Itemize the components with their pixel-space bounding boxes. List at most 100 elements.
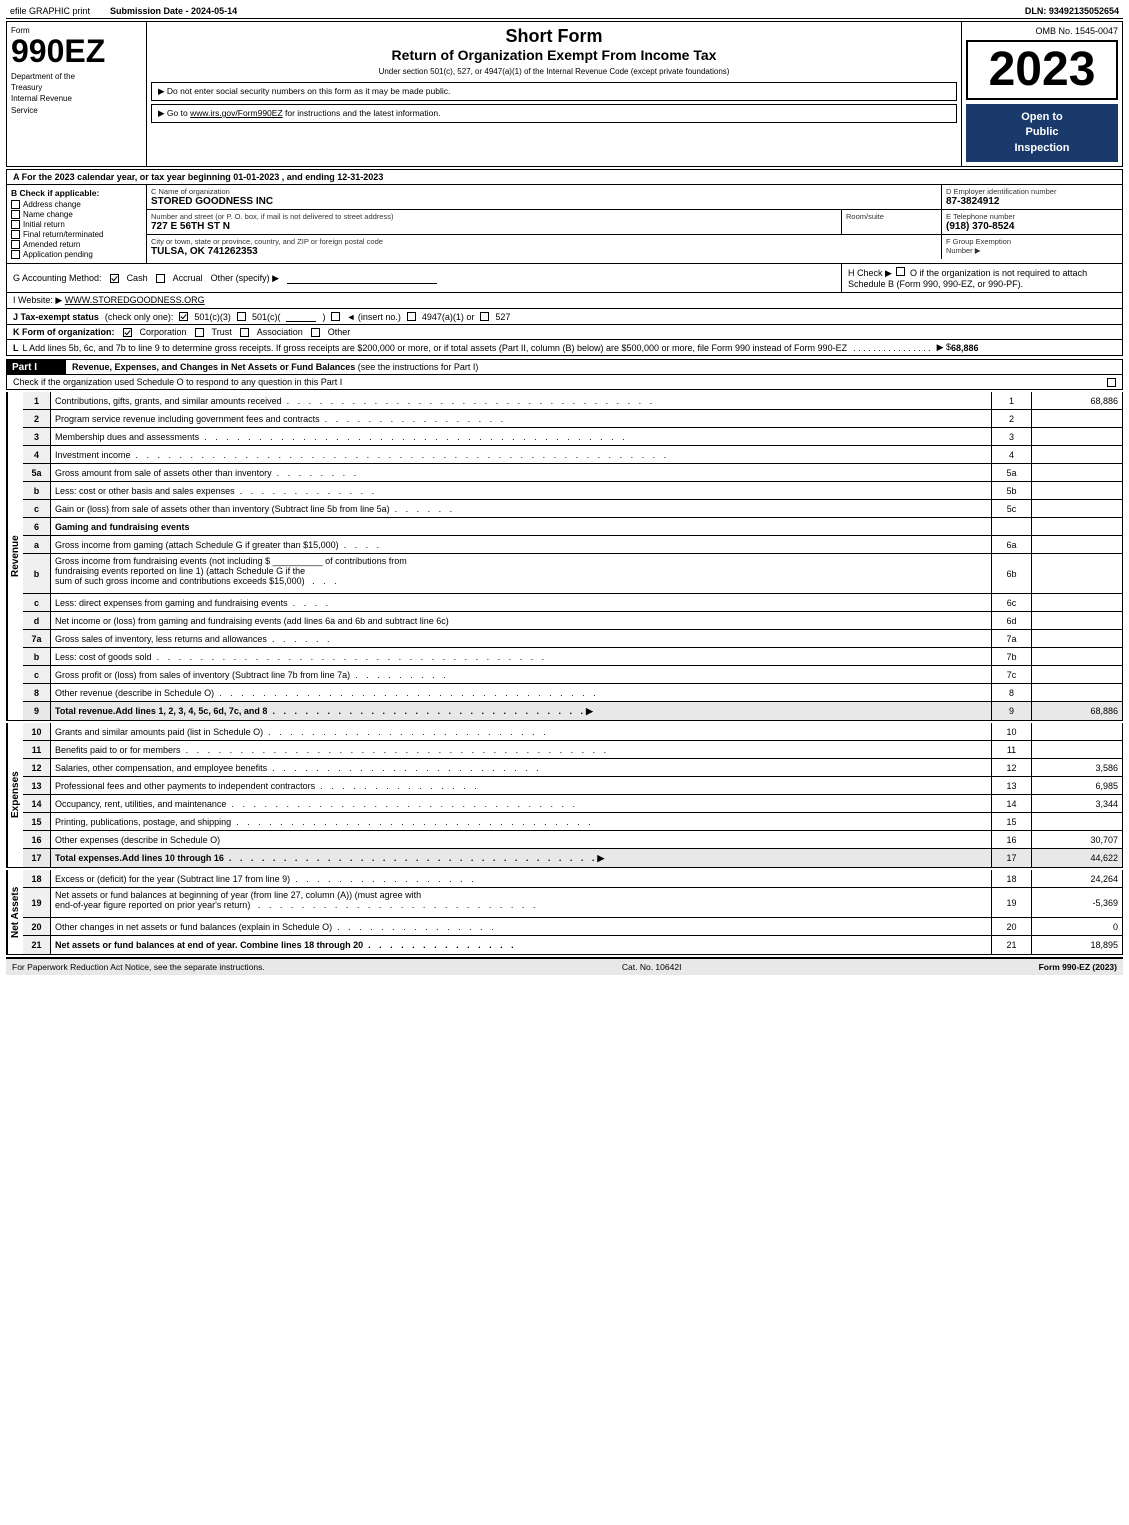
checkbox-assoc[interactable]: [240, 328, 249, 337]
val-6b: [1032, 554, 1122, 593]
val-6c: [1032, 594, 1122, 611]
row-5a: 5a Gross amount from sale of assets othe…: [23, 464, 1122, 482]
checkbox-application-pending[interactable]: [11, 250, 20, 259]
instruction1: ▶ Do not enter social security numbers o…: [158, 86, 450, 97]
desc-6b-line2: fundraising events reported on line 1) (…: [55, 566, 305, 576]
desc-6a: Gross income from gaming (attach Schedul…: [51, 536, 992, 553]
accounting-method: G Accounting Method: Cash Accrual Other …: [7, 264, 842, 292]
expenses-content: 10 Grants and similar amounts paid (list…: [23, 723, 1122, 867]
status-insert-label: ◄ (insert no.): [346, 312, 400, 322]
omb-no: OMB No. 1545-0047: [966, 26, 1118, 36]
other-label: Other (specify) ▶: [211, 273, 279, 284]
num-7a: 7a: [23, 630, 51, 647]
val-15: [1032, 813, 1122, 830]
checkbox-initial-return[interactable]: [11, 220, 20, 229]
val-3: [1032, 428, 1122, 445]
footer-right: Form 990-EZ (2023): [1039, 962, 1117, 972]
num-5c: c: [23, 500, 51, 517]
main-header: Form 990EZ Department of the Treasury In…: [6, 21, 1123, 167]
val-8: [1032, 684, 1122, 701]
row-11: 11 Benefits paid to or for members . . .…: [23, 741, 1122, 759]
ref-20: 20: [992, 918, 1032, 935]
ref-8: 8: [992, 684, 1032, 701]
phone-cell: E Telephone number (918) 370-8524: [942, 210, 1122, 234]
num-13: 13: [23, 777, 51, 794]
desc-6d: Net income or (loss) from gaming and fun…: [51, 612, 992, 629]
group-exemption-cell: F Group Exemption Number ▶: [942, 235, 1122, 259]
ref-6d: 6d: [992, 612, 1032, 629]
row-16: 16 Other expenses (describe in Schedule …: [23, 831, 1122, 849]
checkbox-address-change[interactable]: [11, 200, 20, 209]
form-990ez: 990EZ: [11, 35, 142, 67]
checkbox-trust[interactable]: [195, 328, 204, 337]
ref-7a: 7a: [992, 630, 1032, 647]
num-4: 4: [23, 446, 51, 463]
ein-label: D Employer identification number: [946, 187, 1118, 196]
checkbox-name-change[interactable]: [11, 210, 20, 219]
checkbox-527[interactable]: [480, 312, 489, 321]
num-16: 16: [23, 831, 51, 848]
website-url[interactable]: WWW.STOREDGOODNESS.ORG: [65, 295, 205, 305]
city-row: City or town, state or province, country…: [147, 235, 1122, 259]
checkbox-cash[interactable]: [110, 274, 119, 283]
status-501c3: 501(c)(3): [194, 312, 231, 322]
cash-label: Cash: [127, 273, 148, 283]
ref-18: 18: [992, 870, 1032, 887]
row-6c: c Less: direct expenses from gaming and …: [23, 594, 1122, 612]
j-label: J Tax-exempt status: [13, 312, 99, 322]
checkbox-schedule-o[interactable]: [1107, 378, 1116, 387]
val-5c: [1032, 500, 1122, 517]
checkbox-corp[interactable]: [123, 328, 132, 337]
val-7a: [1032, 630, 1122, 647]
expenses-section: Expenses 10 Grants and similar amounts p…: [6, 723, 1123, 868]
checkbox-other-k[interactable]: [311, 328, 320, 337]
row-13: 13 Professional fees and other payments …: [23, 777, 1122, 795]
checkbox-501c3[interactable]: [179, 312, 188, 321]
row-8: 8 Other revenue (describe in Schedule O)…: [23, 684, 1122, 702]
val-21: 18,895: [1032, 936, 1122, 954]
check-final-return: Final return/terminated: [11, 230, 142, 239]
row-5c: c Gain or (loss) from sale of assets oth…: [23, 500, 1122, 518]
desc-17: Total expenses. Add lines 10 through 16 …: [51, 849, 992, 867]
footer: For Paperwork Reduction Act Notice, see …: [6, 957, 1123, 975]
ref-7c: 7c: [992, 666, 1032, 683]
checkbox-amended-return[interactable]: [11, 240, 20, 249]
val-7b: [1032, 648, 1122, 665]
desc-12: Salaries, other compensation, and employ…: [51, 759, 992, 776]
row-14: 14 Occupancy, rent, utilities, and maint…: [23, 795, 1122, 813]
name-row: C Name of organization STORED GOODNESS I…: [147, 185, 1122, 210]
num-15: 15: [23, 813, 51, 830]
checkbox-accrual[interactable]: [156, 274, 165, 283]
checkbox-final-return[interactable]: [11, 230, 20, 239]
section-b: B Check if applicable: Address change Na…: [7, 185, 147, 263]
check-initial-return: Initial return: [11, 220, 142, 229]
g-label: G Accounting Method:: [13, 273, 102, 283]
num-3: 3: [23, 428, 51, 445]
ref-1: 1: [992, 392, 1032, 409]
label-name-change: Name change: [23, 210, 73, 219]
val-5a: [1032, 464, 1122, 481]
desc-7b: Less: cost of goods sold . . . . . . . .…: [51, 648, 992, 665]
desc-5c: Gain or (loss) from sale of assets other…: [51, 500, 992, 517]
desc-16: Other expenses (describe in Schedule O): [51, 831, 992, 848]
ref-7b: 7b: [992, 648, 1032, 665]
form-k-row: K Form of organization: Corporation Trus…: [6, 325, 1123, 340]
checkbox-4947[interactable]: [407, 312, 416, 321]
city-value: TULSA, OK 741262353: [151, 246, 937, 257]
checkbox-501c[interactable]: [237, 312, 246, 321]
checkbox-501c-insert[interactable]: [331, 312, 340, 321]
val-13: 6,985: [1032, 777, 1122, 794]
desc-19: Net assets or fund balances at beginning…: [51, 888, 992, 917]
ref-6: [992, 518, 1032, 535]
row-1: 1 Contributions, gifts, grants, and simi…: [23, 392, 1122, 410]
tax-status-row: J Tax-exempt status (check only one): 50…: [6, 309, 1123, 325]
row-6: 6 Gaming and fundraising events: [23, 518, 1122, 536]
part-i-header: Part I: [6, 359, 66, 375]
dept-line4: Service: [11, 105, 142, 116]
row-3: 3 Membership dues and assessments . . . …: [23, 428, 1122, 446]
desc-2: Program service revenue including govern…: [51, 410, 992, 427]
ref-19: 19: [992, 888, 1032, 917]
group-exemption-label: F Group Exemption: [946, 237, 1118, 246]
desc-5b: Less: cost or other basis and sales expe…: [51, 482, 992, 499]
checkbox-h[interactable]: [896, 267, 905, 276]
